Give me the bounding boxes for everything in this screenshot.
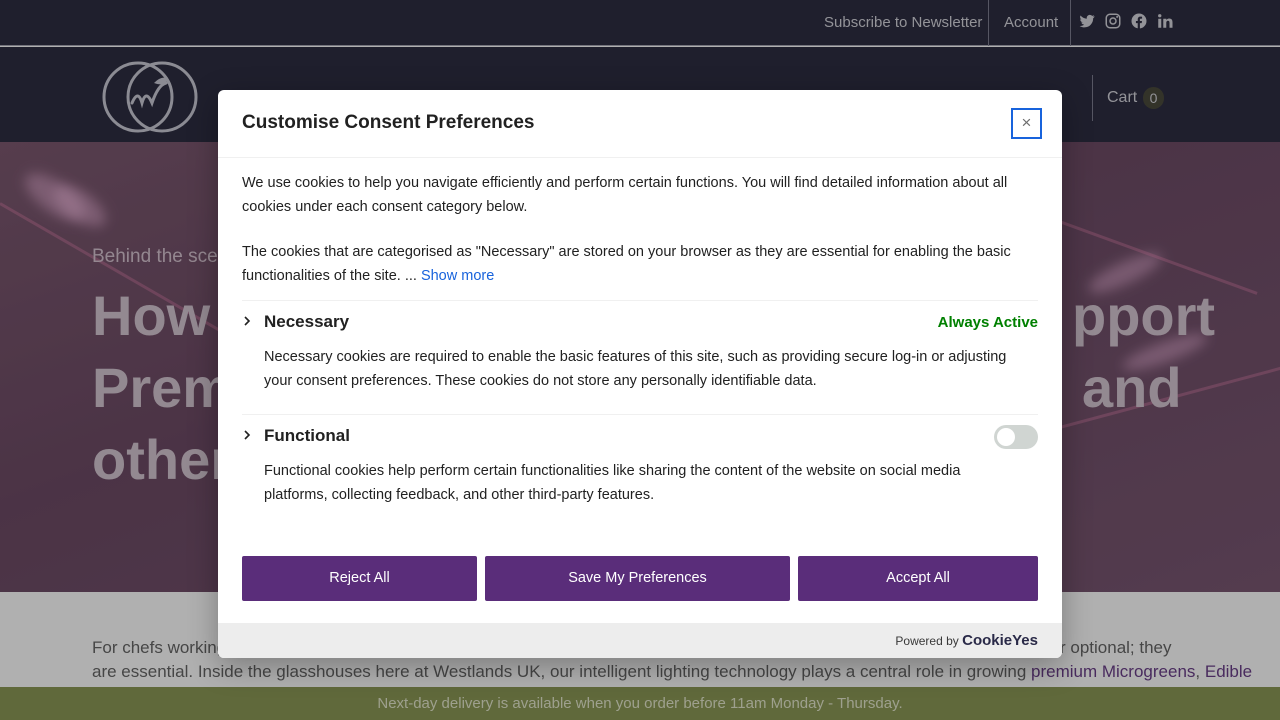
reject-all-button[interactable]: Reject All <box>242 556 477 601</box>
powered-by-text: Powered by <box>895 634 959 648</box>
cookieyes-logo[interactable]: CookieYes <box>962 632 1038 649</box>
category-necessary-desc: Necessary cookies are required to enable… <box>264 349 1007 389</box>
always-active-label: Always Active <box>937 314 1038 331</box>
dialog-footer: Powered by CookieYes <box>218 623 1062 658</box>
show-more-link[interactable]: Show more <box>421 268 494 284</box>
dialog-header-divider <box>218 157 1062 158</box>
consent-intro-text: We use cookies to help you navigate effi… <box>242 175 1008 215</box>
category-divider <box>242 300 1038 301</box>
toggle-knob <box>997 428 1015 446</box>
necessary-info-text: The cookies that are categorised as "Nec… <box>242 240 1038 288</box>
dialog-title: Customise Consent Preferences <box>242 112 535 133</box>
chevron-right-icon[interactable] <box>242 313 252 329</box>
necessary-info-body: The cookies that are categorised as "Nec… <box>242 244 1011 284</box>
powered-by: Powered by CookieYes <box>895 632 1038 649</box>
category-divider <box>242 414 1038 415</box>
save-preferences-button[interactable]: Save My Preferences <box>485 556 790 601</box>
category-necessary-title[interactable]: Necessary <box>264 312 349 332</box>
consent-preferences-dialog: Customise Consent Preferences × We use c… <box>218 90 1062 658</box>
functional-toggle[interactable] <box>994 425 1038 449</box>
close-button[interactable]: × <box>1011 108 1042 139</box>
chevron-right-icon[interactable] <box>242 427 252 443</box>
category-functional-desc: Functional cookies help perform certain … <box>264 463 961 503</box>
accept-all-button[interactable]: Accept All <box>798 556 1038 601</box>
category-functional-title[interactable]: Functional <box>264 426 350 446</box>
